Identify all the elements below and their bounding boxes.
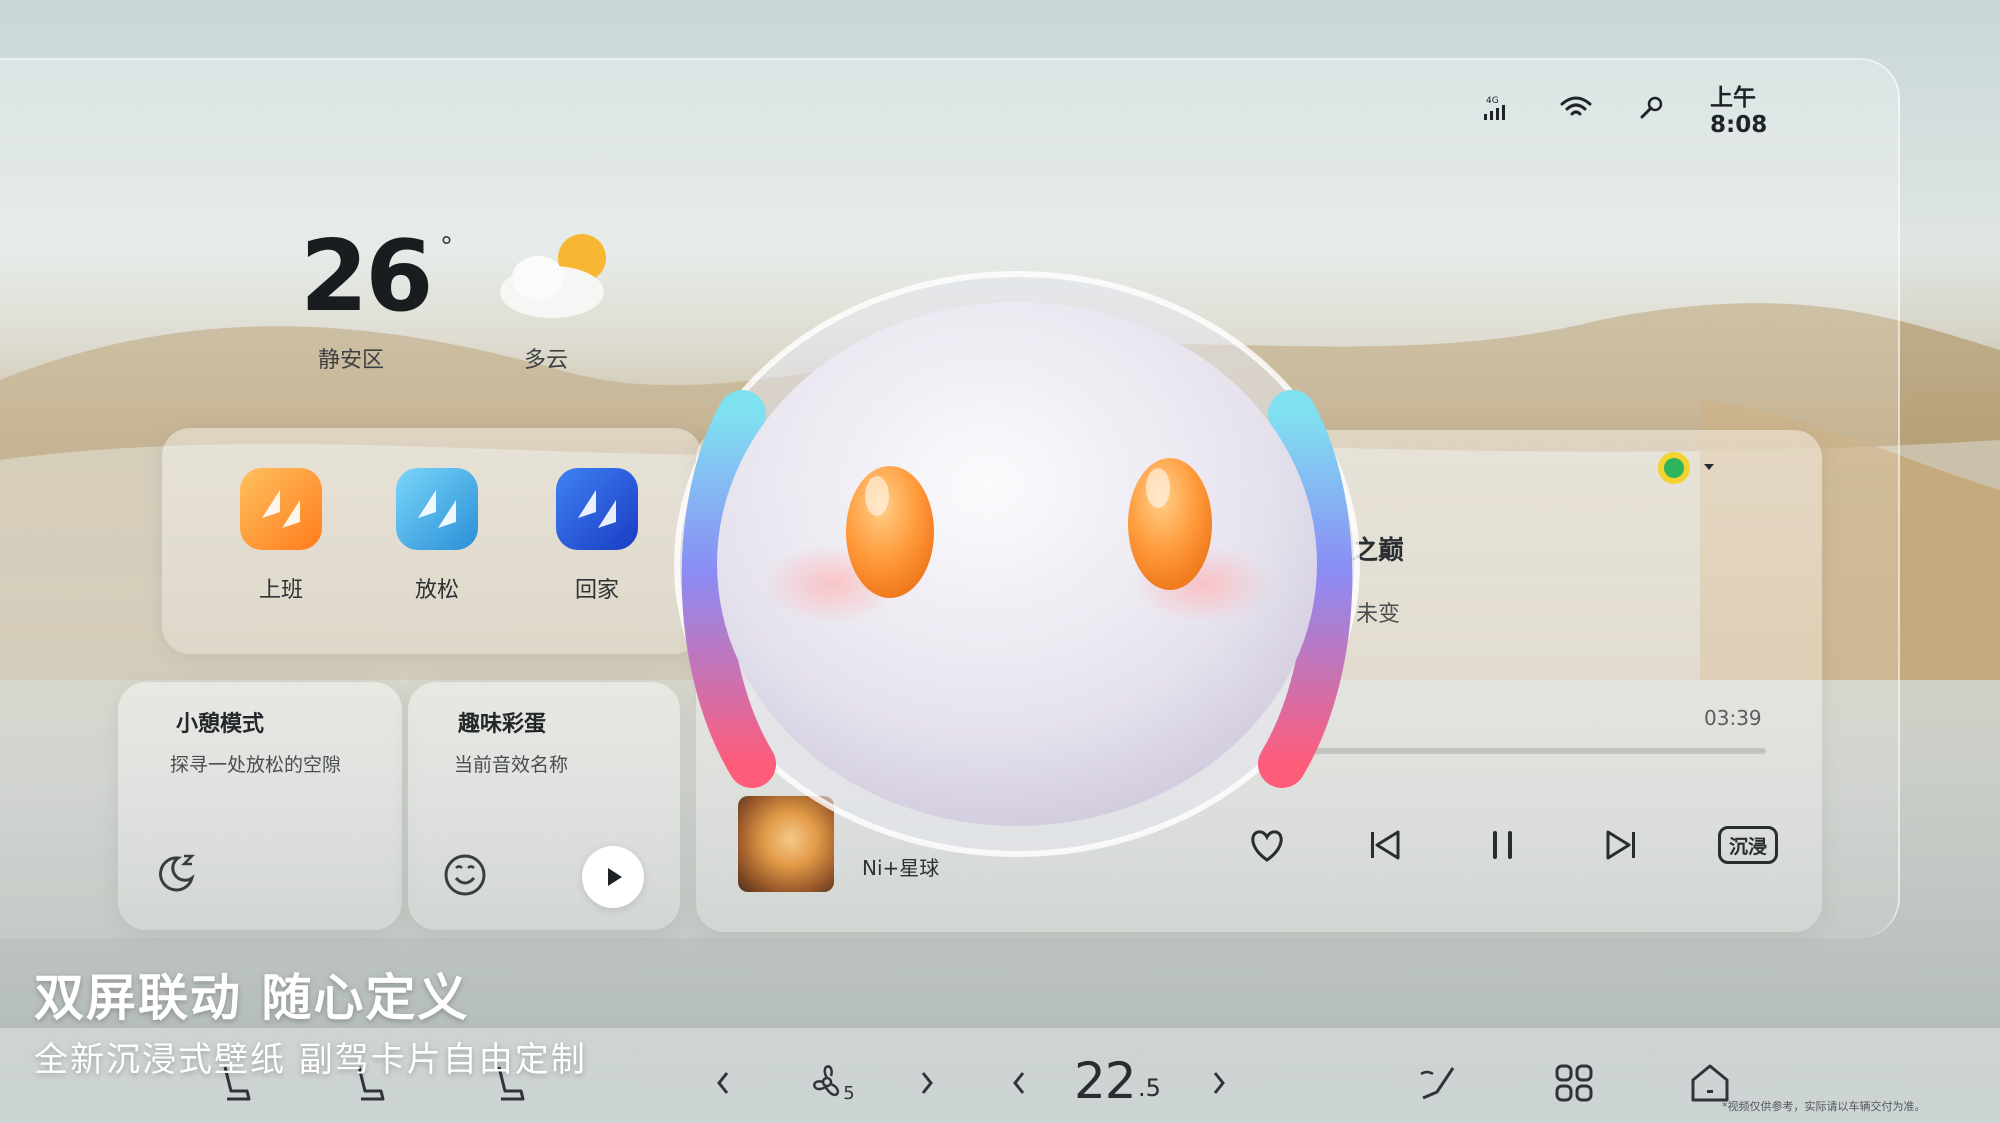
promo-caption-title: 双屏联动 随心定义 — [34, 969, 470, 1027]
scene-home-button[interactable]: 回家 — [542, 468, 652, 604]
weather-condition: 多云 — [524, 348, 569, 373]
svg-text:4G: 4G — [1486, 96, 1499, 106]
song-duration: 03:39 — [1704, 706, 1762, 730]
fan-level-value: 5 — [843, 1082, 855, 1104]
clock-time: 上午 8:08 — [1710, 85, 1768, 138]
scene-work-label: 上班 — [258, 578, 303, 603]
video-disclaimer: *视频仅供参考，实际请以车辆交付为准。 — [1722, 1100, 1926, 1113]
pause-icon — [1493, 831, 1512, 859]
song-artist: 未变 — [1356, 602, 1401, 627]
temp-decrease-button[interactable] — [1002, 1058, 1036, 1108]
song-progress-bar[interactable] — [1300, 748, 1766, 754]
fan-increase-button[interactable] — [910, 1058, 944, 1108]
smiley-icon — [444, 854, 486, 896]
scene-work-icon — [240, 468, 322, 550]
seat-airflow-icon — [1420, 1067, 1455, 1100]
weather-degree-symbol: ° — [440, 232, 453, 262]
promo-caption-subtitle: 全新沉浸式壁纸 副驾卡片自由定制 — [34, 1040, 587, 1080]
scene-relax-icon — [396, 468, 478, 550]
temp-increase-button[interactable] — [1202, 1058, 1236, 1108]
chevron-left-icon — [1013, 1072, 1025, 1094]
app-grid-button[interactable] — [1546, 1058, 1602, 1108]
fan-speed-control[interactable]: 5 — [800, 1058, 860, 1108]
scene-relax-button[interactable]: 放松 — [382, 468, 492, 604]
microphone-icon — [1638, 95, 1664, 121]
seat-ventilation-button[interactable] — [1410, 1058, 1466, 1108]
wifi-icon — [1560, 96, 1592, 120]
play-icon — [608, 868, 622, 886]
weather-location: 静安区 — [318, 348, 385, 373]
pause-button[interactable] — [1476, 818, 1530, 872]
scene-relax-label: 放松 — [414, 578, 459, 603]
fan-decrease-button[interactable] — [706, 1058, 740, 1108]
previous-track-button[interactable] — [1358, 818, 1412, 872]
easter-egg-subtitle: 当前音效名称 — [454, 754, 569, 776]
immersive-mode-button[interactable]: 沉浸 — [1718, 818, 1782, 872]
immersive-mode-label: 沉浸 — [1718, 826, 1778, 864]
rest-mode-subtitle: 探寻一处放松的空隙 — [170, 754, 342, 776]
scene-home-label: 回家 — [574, 578, 619, 603]
easter-egg-play-button[interactable] — [582, 846, 644, 908]
status-bar: 4G 上午 8:08 — [1480, 85, 1820, 138]
weather-temperature: 26 — [300, 220, 433, 334]
partly-cloudy-icon — [500, 234, 606, 318]
voice-assistant-mascot[interactable] — [672, 244, 1362, 864]
scene-home-icon — [556, 468, 638, 550]
rest-mode-card[interactable]: 小憩模式 探寻一处放松的空隙 — [118, 682, 402, 930]
rest-mode-title: 小憩模式 — [176, 712, 265, 737]
next-track-button[interactable] — [1594, 818, 1648, 872]
chevron-right-icon — [921, 1072, 933, 1094]
skip-next-icon — [1606, 830, 1635, 860]
chevron-left-icon — [717, 1072, 729, 1094]
moon-sleep-icon — [159, 854, 196, 892]
grid-icon — [1555, 1064, 1593, 1102]
easter-egg-title: 趣味彩蛋 — [458, 712, 547, 737]
signal-4g-icon: 4G — [1480, 94, 1514, 122]
cabin-temperature-decimal: .5 — [1138, 1074, 1161, 1102]
skip-previous-icon — [1371, 830, 1400, 860]
scene-work-button[interactable]: 上班 — [226, 468, 336, 604]
chevron-right-icon — [1213, 1072, 1225, 1094]
music-source-selector[interactable] — [1656, 450, 1726, 486]
cabin-temperature-integer: 22 — [1074, 1052, 1137, 1110]
fun-easter-egg-card[interactable]: 趣味彩蛋 当前音效名称 — [408, 682, 680, 930]
